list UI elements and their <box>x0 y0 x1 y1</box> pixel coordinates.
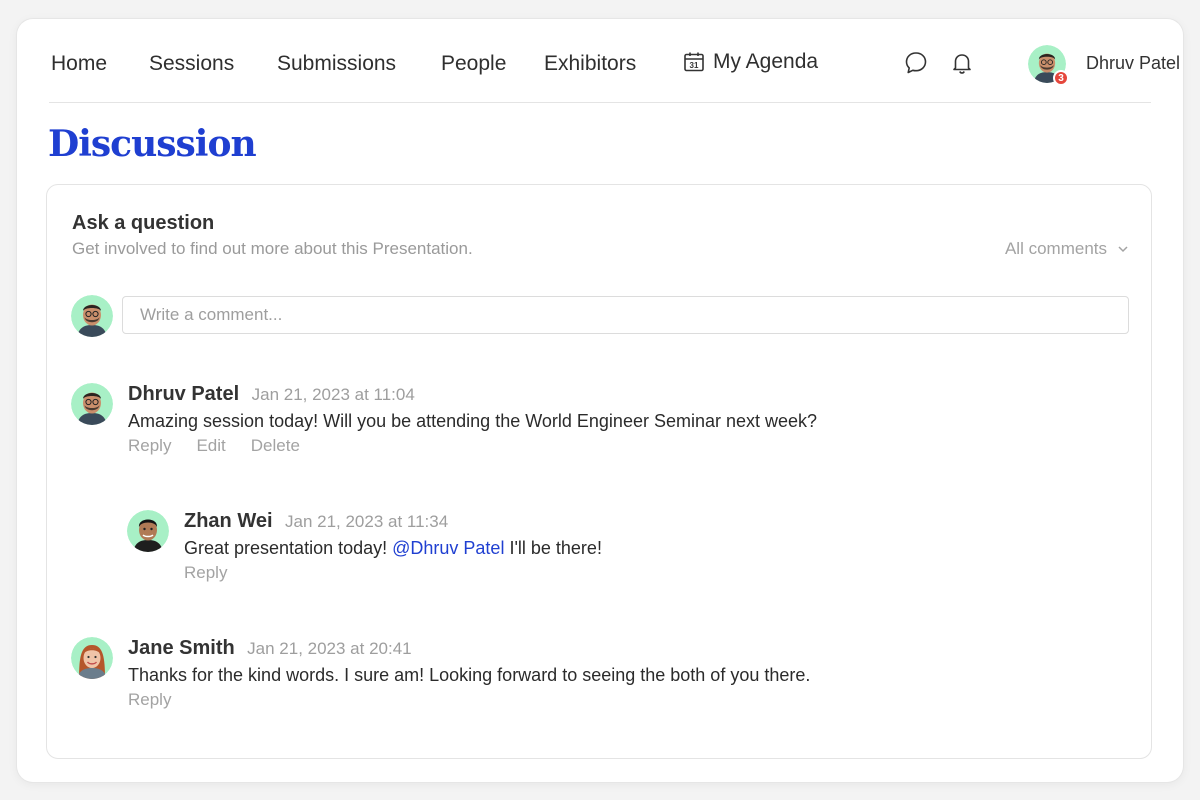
app-window: Home Sessions Submissions People Exhibit… <box>17 19 1183 782</box>
nav-my-agenda[interactable]: 31 My Agenda <box>683 50 818 74</box>
top-navigation: Home Sessions Submissions People Exhibit… <box>49 19 1180 103</box>
comment-reply-item: Zhan Wei Jan 21, 2023 at 11:34 Great pre… <box>127 510 1027 590</box>
comments-filter-dropdown[interactable]: All comments <box>1005 239 1129 259</box>
nav-home[interactable]: Home <box>51 52 107 76</box>
calendar-icon: 31 <box>684 52 704 72</box>
chat-bubble-icon[interactable] <box>903 50 929 76</box>
avatar <box>71 383 113 425</box>
delete-button[interactable]: Delete <box>251 436 300 456</box>
comment-body: Thanks for the kind words. I sure am! Lo… <box>128 665 811 685</box>
comment-body: Great presentation today! @Dhruv Patel I… <box>184 538 602 559</box>
avatar <box>127 510 169 552</box>
reply-button[interactable]: Reply <box>128 436 171 456</box>
current-user-name[interactable]: Dhruv Patel <box>1086 53 1180 74</box>
discussion-title: Ask a question <box>72 212 215 234</box>
comment-item: Dhruv Patel Jan 21, 2023 at 11:04 Amazin… <box>71 383 1071 463</box>
comment-body: Amazing session today! Will you be atten… <box>128 411 818 431</box>
nav-submissions[interactable]: Submissions <box>277 52 396 76</box>
user-menu[interactable]: 3 <box>1028 45 1069 86</box>
avatar <box>71 637 113 679</box>
nav-exhibitors[interactable]: Exhibitors <box>544 52 636 76</box>
discussion-subtitle: Get involved to find out more about this… <box>72 239 473 258</box>
comment-body-text: Great presentation today! <box>184 538 393 558</box>
notification-badge: 3 <box>1053 70 1069 86</box>
comment-timestamp: Jan 21, 2023 at 11:34 <box>284 512 449 531</box>
comment-author[interactable]: Jane Smith <box>128 637 235 659</box>
nav-people[interactable]: People <box>441 52 506 76</box>
comment-author[interactable]: Dhruv Patel <box>128 383 239 405</box>
user-mention-link[interactable]: @Dhruv Patel <box>392 538 504 558</box>
comment-timestamp: Jan 21, 2023 at 11:04 <box>251 385 415 404</box>
composer-avatar <box>71 295 113 337</box>
edit-button[interactable]: Edit <box>196 436 225 456</box>
comments-filter-label: All comments <box>1004 239 1107 258</box>
nav-sessions[interactable]: Sessions <box>149 52 234 76</box>
comment-input[interactable] <box>122 296 1129 334</box>
comment-timestamp: Jan 21, 2023 at 20:41 <box>247 639 412 658</box>
page-title: Discussion <box>48 123 257 165</box>
bell-icon[interactable] <box>949 50 975 76</box>
comment-author[interactable]: Zhan Wei <box>184 510 273 532</box>
nav-my-agenda-label: My Agenda <box>713 50 819 73</box>
discussion-panel: Ask a question Get involved to find out … <box>46 184 1152 759</box>
chevron-down-icon <box>1118 246 1128 253</box>
reply-button[interactable]: Reply <box>128 690 171 710</box>
comment-item: Jane Smith Jan 21, 2023 at 20:41 Thanks … <box>71 637 1071 717</box>
calendar-day: 31 <box>690 61 699 70</box>
reply-button[interactable]: Reply <box>184 563 227 583</box>
comment-body-text: I'll be there! <box>504 538 602 558</box>
